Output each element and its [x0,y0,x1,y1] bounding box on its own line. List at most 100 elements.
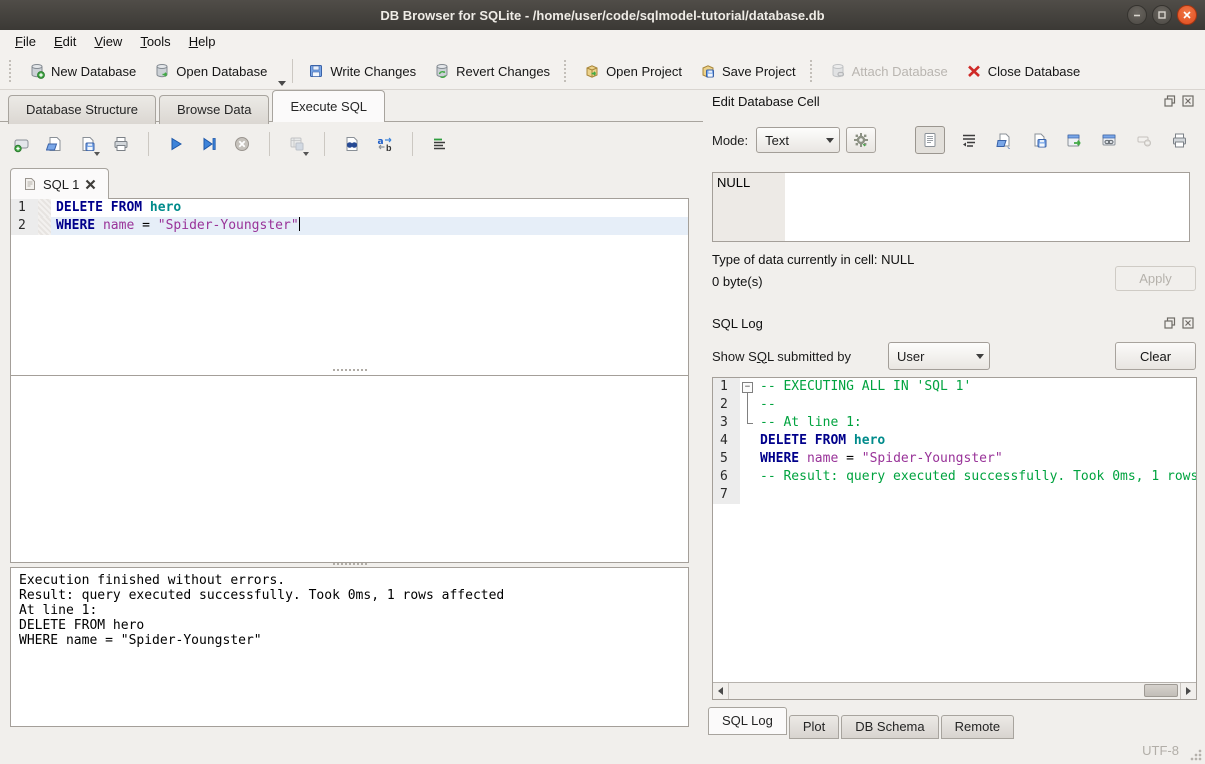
write-changes-label: Write Changes [330,64,416,79]
close-dock-button[interactable] [1181,317,1195,330]
set-null-button [1133,129,1155,151]
float-dock-button[interactable] [1163,95,1177,108]
replace-button[interactable]: ab [373,132,397,156]
print-cell-button[interactable] [1168,129,1190,151]
attach-database-button: Attach Database [821,58,957,84]
edit-cell-icon-toolbar [915,126,1190,154]
clear-log-button[interactable]: Clear [1115,342,1196,370]
results-pane[interactable] [10,375,689,563]
encoding-indicator[interactable]: UTF-8 [1142,743,1179,758]
scroll-left-arrow[interactable] [713,683,729,699]
close-database-button[interactable]: Close Database [957,58,1090,84]
new-database-button[interactable]: New Database [20,58,145,84]
open-project-button[interactable]: Open Project [575,58,691,84]
format-button[interactable] [428,132,452,156]
float-dock-button[interactable] [1163,317,1177,330]
sql-log-view[interactable]: 1-- EXECUTING ALL IN 'SQL 1'2--3-- At li… [712,377,1197,700]
auto-switch-mode-button[interactable] [846,127,876,153]
menu-edit[interactable]: Edit [45,32,85,51]
print-icon [112,135,130,153]
export-data-button[interactable] [1028,129,1050,151]
save-sql-dropdown[interactable] [94,152,100,156]
tab-browse-data[interactable]: Browse Data [159,95,269,124]
save-sql-file-button[interactable] [76,132,100,156]
text-mode-button[interactable] [915,126,945,154]
open-external-button[interactable] [1063,129,1085,151]
open-project-icon [584,63,600,79]
dock-close-icon [1182,317,1194,329]
float-icon [1164,317,1176,329]
apply-button: Apply [1115,266,1196,291]
menu-file[interactable]: File [6,32,45,51]
save-results-icon [288,135,306,153]
print-button[interactable] [109,132,133,156]
write-changes-icon [308,63,324,79]
close-button[interactable] [1177,5,1197,25]
new-database-icon [29,63,45,79]
open-database-label: Open Database [176,64,267,79]
new-tab-button[interactable] [10,132,34,156]
submitted-by-select[interactable]: User [888,342,990,370]
save-project-button[interactable]: Save Project [691,58,805,84]
word-wrap-button[interactable] [958,129,980,151]
sql-log-title: SQL Log [712,316,763,331]
sql-log-dock-titlebar: SQL Log [712,314,1195,332]
separator [412,132,413,156]
code-line: 3-- At line 1: [713,414,1196,432]
chevron-down-icon [821,138,839,143]
set-null-icon [1136,132,1153,149]
close-tab-icon[interactable] [85,179,96,190]
cell-value-editor[interactable]: NULL [712,172,1190,242]
open-database-button[interactable]: Open Database [145,58,276,84]
find-icon [343,135,361,153]
tab-execute-sql[interactable]: Execute SQL [272,90,385,122]
scroll-right-arrow[interactable] [1180,683,1196,699]
mode-select[interactable]: Text [756,127,840,153]
resize-grip[interactable] [1190,749,1202,761]
toolbar-grip[interactable] [9,60,15,82]
execute-line-button[interactable] [197,132,221,156]
save-sql-file-icon [79,135,97,153]
execute-all-button[interactable] [164,132,188,156]
code-line: 1DELETE FROM hero [11,199,688,217]
import-data-button[interactable] [993,129,1015,151]
close-icon [1181,9,1193,21]
revert-changes-button[interactable]: Revert Changes [425,58,559,84]
find-button[interactable] [340,132,364,156]
minimize-button[interactable] [1127,5,1147,25]
sql-tab[interactable]: SQL 1 [10,168,109,199]
mode-select-value: Text [757,133,821,148]
open-sql-file-button[interactable] [43,132,67,156]
menu-tools[interactable]: Tools [131,32,179,51]
separator [269,132,270,156]
edit-cell-dock-titlebar: Edit Database Cell [712,92,1195,110]
tab-remote[interactable]: Remote [941,715,1015,739]
sql-document-icon [23,177,37,191]
open-url-button[interactable] [1098,129,1120,151]
execution-message-pane[interactable]: Execution finished without errors. Resul… [10,567,689,727]
cell-type-info: Type of data currently in cell: NULL [712,252,914,267]
open-external-icon [1066,132,1083,149]
tab-db-schema[interactable]: DB Schema [841,715,938,739]
tab-plot[interactable]: Plot [789,715,839,739]
bottom-tab-bar: SQL LogPlotDB SchemaRemote [708,707,1016,735]
write-changes-button[interactable]: Write Changes [299,58,425,84]
cell-null-indicator: NULL [713,173,785,241]
splitter-handle[interactable] [10,366,689,374]
tab-sql-log[interactable]: SQL Log [708,707,787,735]
maximize-button[interactable] [1152,5,1172,25]
cell-size-info: 0 byte(s) [712,274,763,289]
submitted-by-value: User [889,349,971,364]
tab-database-structure[interactable]: Database Structure [8,95,156,124]
close-database-label: Close Database [988,64,1081,79]
toolbar-grip[interactable] [564,60,570,82]
close-dock-button[interactable] [1181,95,1195,108]
log-horizontal-scrollbar[interactable] [713,682,1196,699]
menu-view[interactable]: View [85,32,131,51]
mode-label: Mode: [712,133,748,148]
scrollbar-thumb[interactable] [1144,684,1178,697]
filter-label: Show SQL submitted by [712,349,851,364]
sql-tab-bar: SQL 1 [10,168,109,199]
open-database-dropdown[interactable] [278,81,286,86]
menu-help[interactable]: Help [180,32,225,51]
